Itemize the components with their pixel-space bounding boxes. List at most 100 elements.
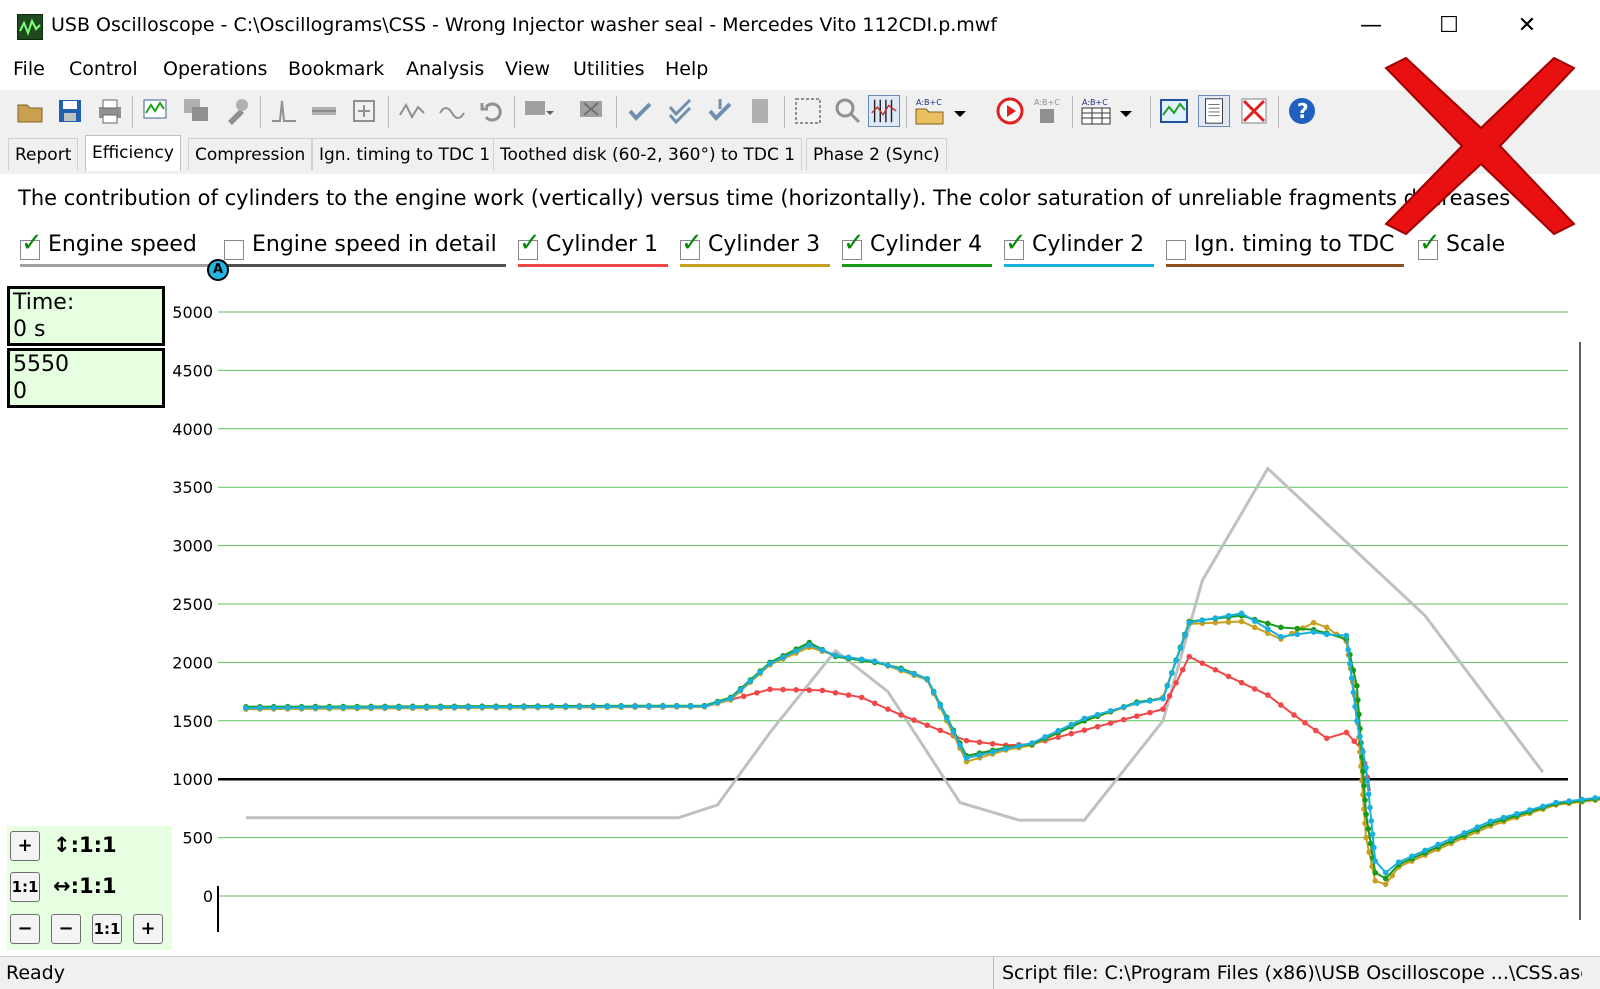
legend-line [1166, 264, 1404, 267]
zoom-in-vertical-button[interactable]: + [10, 831, 40, 861]
copy-windows-icon[interactable] [180, 95, 212, 127]
ign-timing-checkbox[interactable] [1166, 240, 1186, 260]
data-point [1147, 698, 1153, 704]
menu-analysis[interactable]: Analysis [406, 58, 484, 80]
magnify-icon[interactable] [832, 95, 864, 127]
zoom-in-horizontal-button[interactable]: + [133, 914, 163, 944]
script-table-dropdown-icon[interactable]: A:B+C [1080, 95, 1136, 127]
maximize-button[interactable]: ☐ [1410, 0, 1488, 52]
help-icon[interactable]: ? [1286, 95, 1318, 127]
data-point [1182, 632, 1188, 639]
data-point [1360, 749, 1366, 755]
y-tick-label: 1500 [172, 712, 213, 731]
tab-compression[interactable]: Compression [188, 138, 313, 170]
tab-toothed-disk[interactable]: Toothed disk (60-2, 360°) to TDC 1 [493, 138, 803, 170]
data-point [1081, 727, 1088, 733]
check-icon[interactable] [624, 95, 656, 127]
script-stop-icon[interactable]: A:B+C [1032, 95, 1064, 127]
record-stop-icon[interactable] [994, 95, 1026, 127]
smooth-signal-icon[interactable] [436, 95, 468, 127]
check-all-icon[interactable] [704, 95, 736, 127]
checkmark-icon: ✓ [519, 228, 541, 258]
data-point [1323, 624, 1330, 631]
save-icon[interactable] [54, 95, 86, 127]
data-point [1225, 619, 1232, 625]
close-view-icon[interactable] [1238, 95, 1270, 127]
zoom-reset-horizontal-button[interactable]: 1:1 [92, 914, 122, 944]
filter-signal-icon[interactable] [396, 95, 428, 127]
engine-speed-detail-checkbox[interactable] [224, 240, 244, 260]
print-icon[interactable] [94, 95, 126, 127]
menu-operations[interactable]: Operations [163, 58, 267, 80]
data-point [1345, 646, 1351, 653]
zoom-out-horizontal-button[interactable]: − [10, 914, 40, 944]
data-point [396, 704, 402, 711]
data-point [1278, 633, 1284, 640]
cursor-signal-icon[interactable] [268, 95, 300, 127]
data-point [1513, 810, 1520, 817]
delete-screen-icon[interactable] [576, 95, 608, 127]
marker-a[interactable]: A [207, 259, 229, 281]
data-point [1120, 716, 1127, 723]
markers-mode-icon[interactable] [868, 95, 900, 127]
data-point [1350, 689, 1357, 696]
menu-utilities[interactable]: Utilities [573, 58, 645, 80]
data-point [1365, 791, 1372, 798]
report-view-icon[interactable] [1198, 95, 1230, 127]
tab-phase-sync[interactable]: Phase 2 (Sync) [806, 138, 947, 170]
data-point [493, 704, 499, 710]
menu-file[interactable]: File [13, 58, 45, 80]
data-point [1368, 818, 1375, 824]
close-button[interactable]: ✕ [1488, 0, 1566, 52]
oscillogram-view-icon[interactable] [1158, 95, 1190, 127]
tab-efficiency[interactable]: Efficiency [85, 135, 181, 171]
menu-view[interactable]: View [505, 58, 550, 80]
measure-icon[interactable] [308, 95, 340, 127]
data-point [924, 675, 930, 682]
reset-zoom-button[interactable]: 1:1 [10, 872, 40, 902]
menu-control[interactable]: Control [69, 58, 138, 80]
menu-help[interactable]: Help [665, 58, 708, 80]
data-point [963, 737, 970, 744]
data-point [1487, 818, 1494, 825]
data-point [590, 703, 597, 710]
legend-label: Engine speed [48, 232, 197, 257]
data-point [1372, 878, 1379, 884]
window-title: USB Oscilloscope - C:\Oscillograms\CSS -… [51, 14, 998, 36]
tab-report[interactable]: Report [8, 138, 79, 170]
data-point [1364, 778, 1371, 784]
tools-icon[interactable] [220, 95, 252, 127]
data-point [898, 666, 904, 673]
menu-bookmark[interactable]: Bookmark [288, 58, 384, 80]
data-point [1134, 700, 1140, 707]
transform-icon[interactable] [348, 95, 380, 127]
open-folder-icon[interactable] [14, 95, 46, 127]
document-icon[interactable] [744, 95, 776, 127]
vertical-ratio-label: ↕:1:1 [53, 833, 117, 857]
data-point [1500, 814, 1507, 821]
data-point [898, 712, 904, 718]
data-point [950, 728, 957, 735]
zoom-region-icon[interactable] [792, 95, 824, 127]
data-point [270, 705, 277, 711]
data-point [793, 648, 799, 654]
zoom-out-button[interactable]: − [51, 914, 81, 944]
data-point [1382, 869, 1389, 876]
check-down-icon[interactable] [664, 95, 696, 127]
script-open-dropdown-icon[interactable]: A:B+C [914, 95, 968, 127]
minimize-button[interactable]: — [1332, 0, 1410, 52]
efficiency-chart[interactable]: 0 500 1000 1500 2000 2500 3000 3500 4000 4500 5000 [0, 284, 1600, 956]
checkmark-icon: ✓ [681, 228, 703, 258]
tab-ign-timing[interactable]: Ign. timing to TDC 1 [312, 138, 498, 170]
data-point [1265, 626, 1271, 632]
chart-window-icon[interactable] [140, 95, 172, 127]
data-point [1310, 629, 1317, 635]
y-tick-label: 2500 [172, 595, 213, 614]
undo-icon[interactable] [476, 95, 508, 127]
screen-dropdown-icon[interactable] [522, 95, 554, 127]
horizontal-ratio-label: ↔:1:1 [53, 874, 117, 898]
legend-line [680, 264, 830, 267]
data-point [1186, 653, 1192, 660]
y-tick-label: 4000 [172, 420, 213, 439]
data-point [1422, 847, 1428, 854]
